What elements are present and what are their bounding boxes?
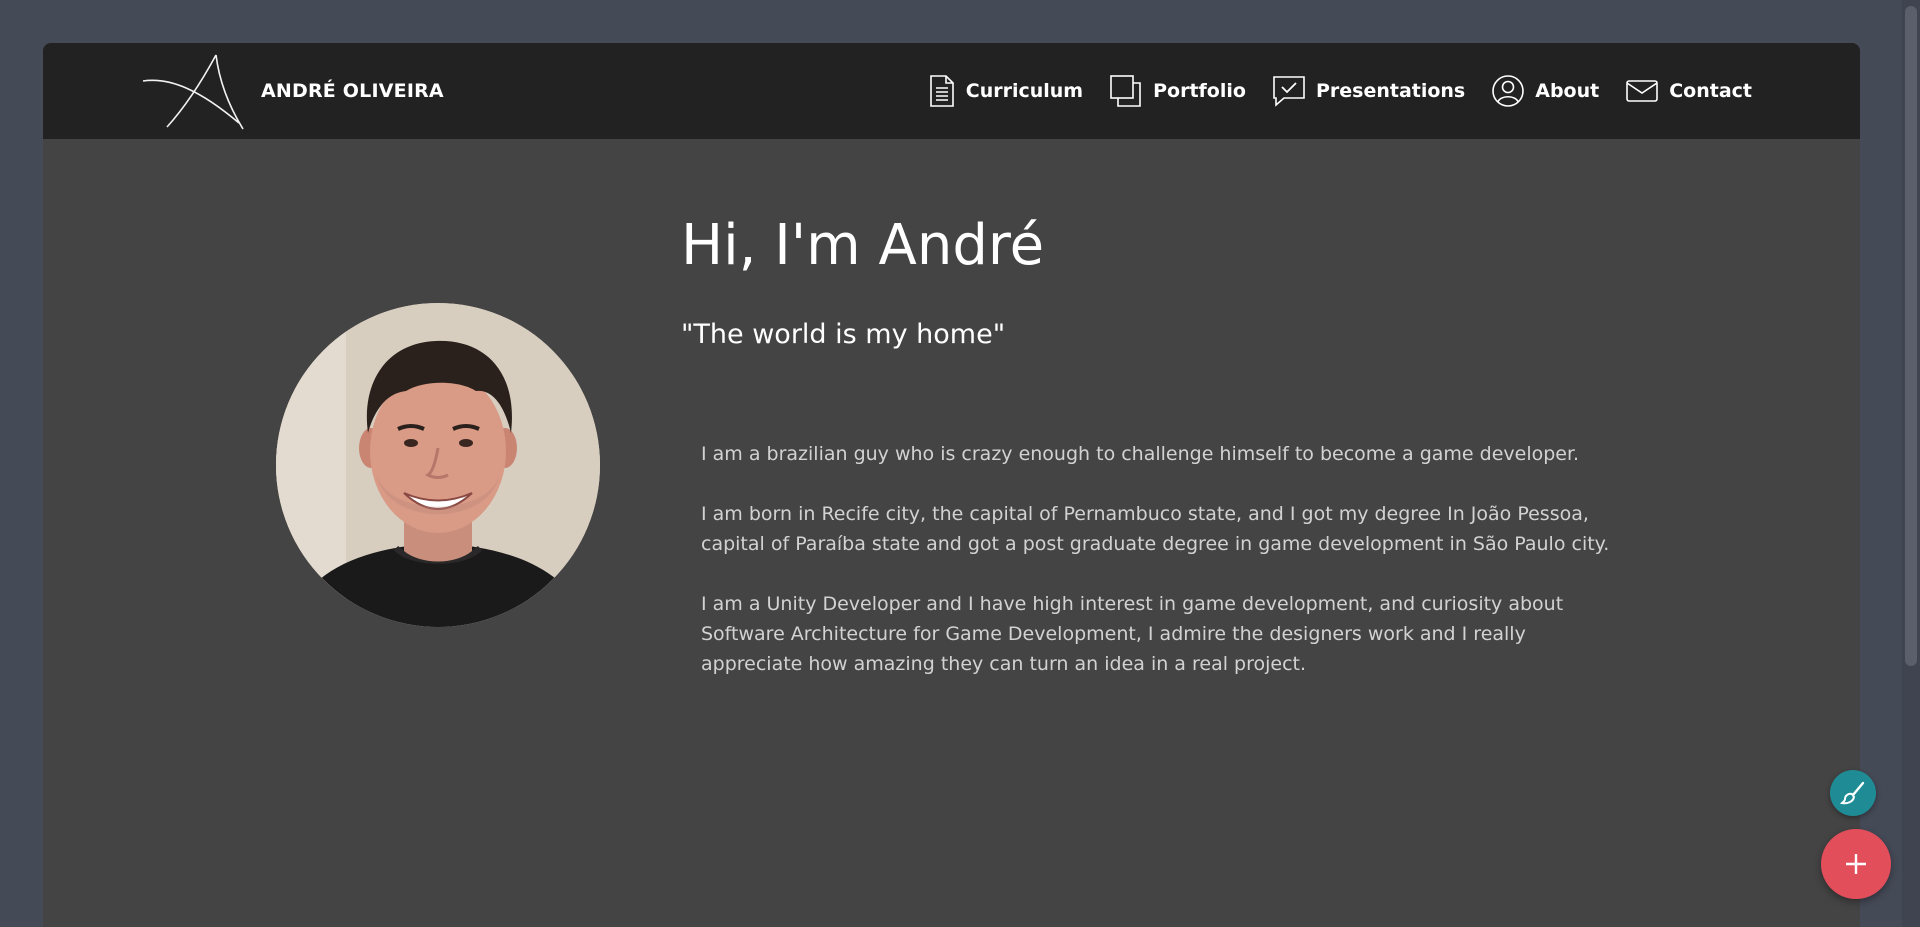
nav-label-curriculum: Curriculum [965,80,1084,102]
profile-photo [276,303,600,627]
document-icon [929,75,954,107]
bio-paragraph: I am born in Recife city, the capital of… [701,503,1610,555]
scrollbar-thumb[interactable] [1905,6,1917,666]
nav-label-portfolio: Portfolio [1153,80,1246,102]
plus-icon [1846,854,1866,874]
main-nav: Curriculum Portfolio Presentations About… [928,43,1752,139]
bio-paragraph: I am a brazilian guy who is crazy enough… [701,443,1580,465]
nav-item-contact[interactable]: Contact [1625,78,1752,104]
brand-link[interactable]: ANDRÉ OLIVEIRA [141,51,444,131]
stacked-squares-icon [1110,75,1141,107]
nav-item-about[interactable]: About [1491,74,1599,108]
nav-item-portfolio[interactable]: Portfolio [1109,74,1246,108]
navbar: ANDRÉ OLIVEIRA Curriculum Portfolio Pres… [43,43,1860,139]
hero-quote: "The world is my home" [681,319,1006,350]
bio-section: I am a brazilian guy who is crazy enough… [701,439,1621,709]
bio-paragraph: I am a Unity Developer and I have high i… [701,593,1564,675]
paintbrush-icon [1840,781,1865,805]
nav-label-contact: Contact [1669,80,1752,102]
nav-label-about: About [1535,80,1600,102]
page-title: Hi, I'm André [681,213,1045,278]
theme-brush-button[interactable] [1830,770,1876,816]
nav-item-presentations[interactable]: Presentations [1272,74,1465,108]
user-circle-icon [1492,75,1525,107]
nav-item-curriculum[interactable]: Curriculum [928,74,1083,108]
avatar [276,303,600,627]
envelope-icon [1626,80,1659,102]
nav-label-presentations: Presentations [1315,80,1466,102]
chat-check-icon [1273,76,1305,107]
page-frame: ANDRÉ OLIVEIRA Curriculum Portfolio Pres… [43,43,1860,927]
add-button[interactable] [1821,829,1891,899]
brand-name: ANDRÉ OLIVEIRA [261,80,444,102]
page-scrollbar[interactable] [1902,0,1920,927]
signature-a-logo [142,54,244,130]
